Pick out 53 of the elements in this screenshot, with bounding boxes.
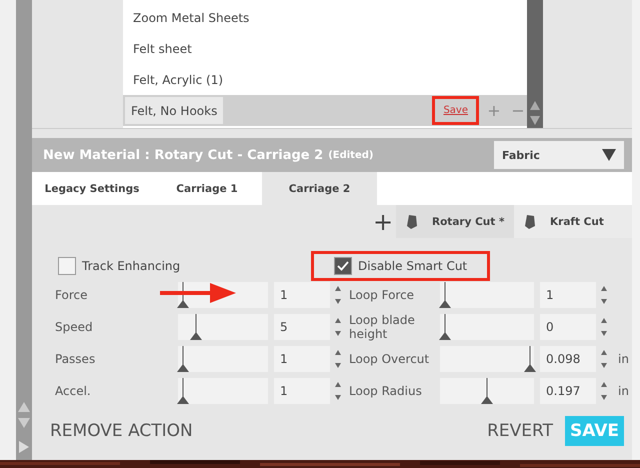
setting-label: Speed: [55, 320, 94, 334]
tab[interactable]: Carriage 2: [262, 172, 377, 205]
unit-label: in: [618, 352, 630, 366]
tool-tab[interactable]: Rotary Cut *: [396, 205, 514, 238]
dropdown-caret-icon[interactable]: [602, 149, 616, 161]
slider-track[interactable]: [440, 282, 534, 308]
category-label: Fabric: [502, 148, 540, 162]
value-field[interactable]: 1: [274, 378, 330, 404]
blade-icon: [524, 214, 536, 230]
slider-track[interactable]: [178, 346, 268, 372]
checkbox-label: Disable Smart Cut: [358, 259, 468, 273]
setting-label: Loop Overcut: [349, 352, 430, 366]
checkbox[interactable]: [58, 257, 76, 275]
unit-label: in: [618, 384, 630, 398]
add-tool-button[interactable]: +: [370, 208, 396, 236]
slider-thumb[interactable]: [524, 346, 536, 372]
checkbox-label: Track Enhancing: [82, 259, 180, 273]
setting-label: Accel.: [55, 384, 92, 398]
edited-note: (Edited): [328, 150, 374, 160]
value-field[interactable]: 1: [274, 346, 330, 372]
slider-thumb[interactable]: [481, 378, 493, 404]
slider-thumb[interactable]: [190, 314, 202, 340]
slider-thumb[interactable]: [176, 378, 188, 404]
slider-track[interactable]: [178, 314, 268, 340]
slider-track[interactable]: [440, 314, 534, 340]
setting-label: Loop blade height: [349, 313, 416, 341]
blade-icon: [406, 214, 418, 230]
checkbox[interactable]: [334, 257, 352, 275]
scroll-arrows-icon[interactable]: [529, 100, 541, 126]
slider-track[interactable]: [440, 346, 534, 372]
setting-label: Passes: [55, 352, 96, 366]
slider-thumb[interactable]: [438, 314, 451, 340]
value-field[interactable]: 1: [540, 282, 596, 308]
value-field[interactable]: 0.098: [540, 346, 596, 372]
value-field[interactable]: 0.197: [540, 378, 596, 404]
setting-label: Loop Radius: [349, 384, 423, 398]
slider-track[interactable]: [440, 378, 534, 404]
material-title: New Material : Rotary Cut - Carriage 2: [43, 148, 324, 162]
slider-thumb[interactable]: [176, 282, 188, 308]
remove-action-button[interactable]: REMOVE ACTION: [46, 417, 197, 445]
slider-thumb[interactable]: [176, 346, 188, 372]
value-field[interactable]: 0: [540, 314, 596, 340]
slider-thumb[interactable]: [438, 282, 451, 308]
material-name-field[interactable]: Felt, No Hooks: [125, 97, 224, 124]
slider-track[interactable]: [178, 378, 268, 404]
value-field[interactable]: 1: [274, 282, 330, 308]
scrollbar[interactable]: [527, 0, 543, 128]
value-field[interactable]: 5: [274, 314, 330, 340]
category-dropdown[interactable]: Fabric: [494, 141, 624, 169]
tool-tab[interactable]: Kraft Cut: [514, 205, 632, 238]
setting-label: Loop Force: [349, 288, 416, 302]
setting-label: Force: [55, 288, 88, 302]
revert-button[interactable]: REVERT: [483, 417, 557, 445]
